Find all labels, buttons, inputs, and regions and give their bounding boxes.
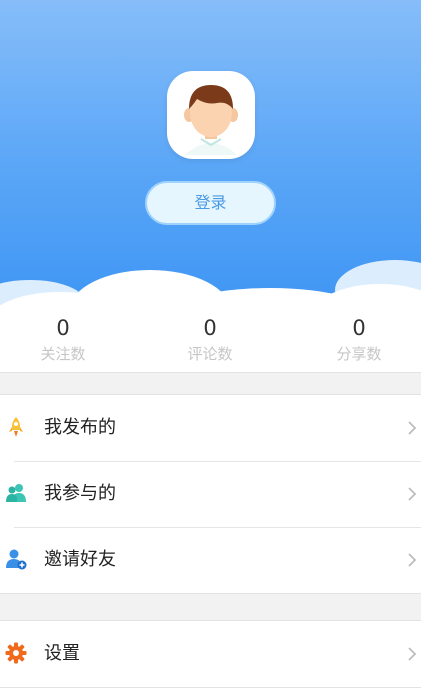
- stat-comments[interactable]: 0 评论数: [140, 305, 280, 363]
- avatar[interactable]: [167, 71, 255, 159]
- stat-label: 分享数: [336, 345, 382, 363]
- stat-value: 0: [203, 316, 217, 340]
- menu-item-invite[interactable]: 邀请好友: [0, 527, 421, 593]
- stat-following[interactable]: 0 关注数: [0, 305, 133, 363]
- stat-shares[interactable]: 0 分享数: [289, 305, 421, 363]
- chevron-right-icon: [408, 553, 417, 567]
- stat-value: 0: [352, 316, 366, 340]
- login-button[interactable]: 登录: [145, 181, 276, 225]
- stat-label: 关注数: [40, 345, 86, 363]
- chevron-right-icon: [408, 421, 417, 435]
- gear-icon: [5, 642, 27, 664]
- menu-item-my-posts[interactable]: 我发布的: [0, 395, 421, 461]
- menu-item-settings[interactable]: 设置: [0, 621, 421, 687]
- stat-label: 评论数: [187, 345, 233, 363]
- profile-header: 登录: [0, 0, 421, 305]
- menu-item-label: 我发布的: [44, 417, 116, 438]
- chevron-right-icon: [408, 647, 417, 661]
- menu-group-main: 我发布的 我参与的 邀请好友: [0, 394, 421, 594]
- user-avatar-icon: [184, 85, 238, 155]
- menu-item-label: 设置: [44, 643, 80, 664]
- menu-item-label: 邀请好友: [44, 549, 116, 570]
- rocket-icon: [9, 417, 23, 437]
- chevron-right-icon: [408, 487, 417, 501]
- menu-item-label: 我参与的: [44, 483, 116, 504]
- menu-item-joined[interactable]: 我参与的: [0, 461, 421, 527]
- menu-group-settings: 设置: [0, 620, 421, 688]
- users-icon: [6, 484, 26, 502]
- stat-value: 0: [56, 316, 70, 340]
- stats-bar: 0 关注数 0 评论数 0 分享数: [0, 305, 421, 373]
- cloud-decoration: [0, 260, 421, 305]
- add-user-icon: [6, 549, 27, 570]
